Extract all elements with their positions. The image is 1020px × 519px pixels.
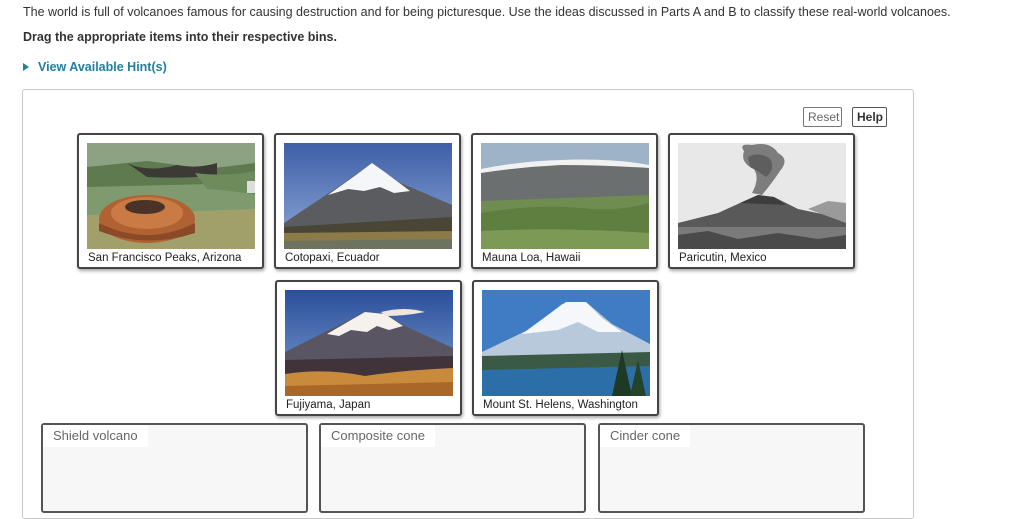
drag-item-label: Fujiyama, Japan [286,399,371,411]
drag-item-label: Mount St. Helens, Washington [483,399,638,411]
view-hints-link[interactable]: View Available Hint(s) [23,60,167,74]
drop-bin-shield-volcano[interactable]: Shield volcano [41,423,308,513]
instruction-text: Drag the appropriate items into their re… [23,30,337,44]
drag-item-san-francisco-peaks[interactable]: San Francisco Peaks, Arizona [77,133,264,269]
volcano-photo [678,143,846,249]
drop-bin-cinder-cone[interactable]: Cinder cone [598,423,865,513]
intro-text: The world is full of volcanoes famous fo… [23,5,951,19]
volcano-photo [285,290,453,396]
bin-label: Shield volcano [43,425,148,447]
volcano-photo [284,143,452,249]
bin-label: Composite cone [321,425,435,447]
drag-item-label: Paricutin, Mexico [679,252,767,264]
help-button[interactable]: Help [852,107,887,127]
drag-item-label: Mauna Loa, Hawaii [482,252,581,264]
drag-item-mauna-loa[interactable]: Mauna Loa, Hawaii [471,133,658,269]
drag-item-mount-st-helens[interactable]: Mount St. Helens, Washington [472,280,659,416]
drop-bin-composite-cone[interactable]: Composite cone [319,423,586,513]
drag-item-label: Cotopaxi, Ecuador [285,252,380,264]
bin-label: Cinder cone [600,425,691,447]
view-hints-label: View Available Hint(s) [38,60,167,74]
volcano-photo [481,143,649,249]
volcano-photo [87,143,255,249]
caret-right-icon [23,62,29,71]
volcano-photo [482,290,650,396]
drag-item-cotopaxi[interactable]: Cotopaxi, Ecuador [274,133,461,269]
reset-button[interactable]: Reset [803,107,842,127]
drag-item-label: San Francisco Peaks, Arizona [88,252,242,264]
drag-item-fujiyama[interactable]: Fujiyama, Japan [275,280,462,416]
drag-item-paricutin[interactable]: Paricutin, Mexico [668,133,855,269]
